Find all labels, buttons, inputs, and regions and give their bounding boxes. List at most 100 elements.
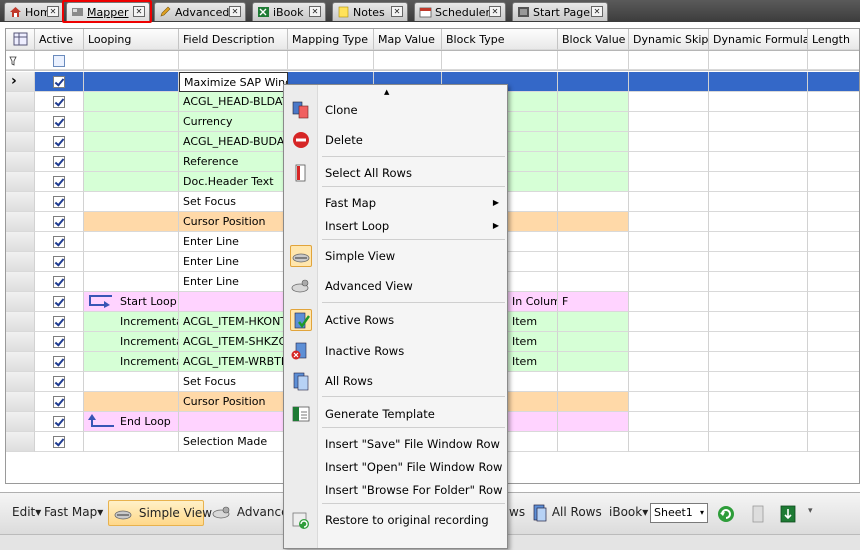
active-checkbox[interactable] xyxy=(53,96,65,108)
menu-item-insert-open-file-window-row[interactable]: Insert "Open" File Window Row xyxy=(318,456,507,478)
dynamic-skip-cell[interactable] xyxy=(629,132,709,152)
menu-item-select-all-rows[interactable]: Select All Rows xyxy=(318,162,507,184)
dynamic-skip-cell[interactable] xyxy=(629,292,709,312)
row-selector[interactable] xyxy=(6,312,35,332)
menu-item-generate-template[interactable]: Generate Template xyxy=(318,403,507,425)
active-checkbox[interactable] xyxy=(53,176,65,188)
dynamic-formula-cell[interactable] xyxy=(709,92,808,112)
column-header-mapping-type[interactable]: Mapping Type xyxy=(288,29,374,50)
field-description-cell[interactable]: ACGL_HEAD-BUDAT xyxy=(179,132,288,152)
row-selector[interactable] xyxy=(6,212,35,232)
row-selector[interactable] xyxy=(6,412,35,432)
block-value-cell[interactable] xyxy=(558,72,629,92)
column-header-dynamic-skip[interactable]: Dynamic Skip xyxy=(629,29,709,50)
menu-item-all-rows[interactable]: All Rows xyxy=(318,370,507,392)
active-cell[interactable] xyxy=(35,332,84,352)
menu-item-insert-loop[interactable]: Insert Loop ▶ xyxy=(318,215,507,237)
block-value-cell[interactable] xyxy=(558,152,629,172)
block-value-cell[interactable] xyxy=(558,112,629,132)
ibook-menu-button[interactable]: iBook▾ xyxy=(605,500,652,526)
block-value-cell[interactable] xyxy=(558,192,629,212)
filter-cell[interactable] xyxy=(442,51,558,70)
all-rows-button[interactable]: All Rows xyxy=(528,500,606,526)
filter-cell[interactable] xyxy=(179,51,288,70)
dynamic-formula-cell[interactable] xyxy=(709,252,808,272)
active-checkbox[interactable] xyxy=(53,316,65,328)
column-header-map-value[interactable]: Map Value xyxy=(374,29,442,50)
dynamic-skip-cell[interactable] xyxy=(629,252,709,272)
filter-cell[interactable] xyxy=(558,51,629,70)
dynamic-formula-cell[interactable] xyxy=(709,332,808,352)
block-value-cell[interactable] xyxy=(558,412,629,432)
block-value-cell[interactable] xyxy=(558,132,629,152)
active-checkbox[interactable] xyxy=(53,376,65,388)
sheet-select[interactable]: Sheet1 ▾ xyxy=(650,503,708,523)
row-selector[interactable] xyxy=(6,272,35,292)
dynamic-skip-cell[interactable] xyxy=(629,92,709,112)
length-cell[interactable] xyxy=(808,92,859,112)
dynamic-skip-cell[interactable] xyxy=(629,392,709,412)
field-description-cell[interactable]: Enter Line xyxy=(179,252,288,272)
tab-notes[interactable]: Notes ✕ xyxy=(332,2,408,21)
looping-cell[interactable]: Incremental xyxy=(84,352,179,372)
toolbar-overflow-icon[interactable]: ▾ xyxy=(808,506,813,516)
active-checkbox[interactable] xyxy=(53,256,65,268)
row-selector[interactable] xyxy=(6,432,35,452)
column-header-field-description[interactable]: Field Description xyxy=(179,29,288,50)
filter-cell[interactable] xyxy=(629,51,709,70)
active-cell[interactable] xyxy=(35,92,84,112)
dynamic-formula-cell[interactable] xyxy=(709,412,808,432)
row-selector[interactable] xyxy=(6,152,35,172)
length-cell[interactable] xyxy=(808,372,859,392)
dynamic-formula-cell[interactable] xyxy=(709,152,808,172)
looping-cell[interactable]: Incremental xyxy=(84,312,179,332)
field-description-cell[interactable]: Cursor Position xyxy=(179,212,288,232)
dynamic-formula-cell[interactable] xyxy=(709,312,808,332)
dynamic-skip-cell[interactable] xyxy=(629,212,709,232)
block-value-cell[interactable] xyxy=(558,432,629,452)
filter-cell[interactable] xyxy=(808,51,859,70)
filter-cell[interactable] xyxy=(374,51,442,70)
looping-cell[interactable]: End Loop xyxy=(84,412,179,432)
block-value-cell[interactable] xyxy=(558,92,629,112)
field-description-cell[interactable]: ACGL_ITEM-HKONT xyxy=(179,312,288,332)
column-header-block-type[interactable]: Block Type xyxy=(442,29,558,50)
length-cell[interactable] xyxy=(808,192,859,212)
row-selector[interactable] xyxy=(6,132,35,152)
field-description-cell[interactable]: Selection Made xyxy=(179,432,288,452)
looping-cell[interactable] xyxy=(84,152,179,172)
active-checkbox[interactable] xyxy=(53,436,65,448)
column-header-length[interactable]: Length xyxy=(808,29,859,50)
tab-start-page[interactable]: Start Page ✕ xyxy=(512,2,608,21)
active-checkbox[interactable] xyxy=(53,196,65,208)
dynamic-skip-cell[interactable] xyxy=(629,432,709,452)
row-selector[interactable] xyxy=(6,292,35,312)
active-checkbox[interactable] xyxy=(53,76,65,88)
column-chooser-button[interactable] xyxy=(6,29,35,50)
row-selector[interactable] xyxy=(6,112,35,132)
dynamic-formula-cell[interactable] xyxy=(709,352,808,372)
active-checkbox[interactable] xyxy=(53,296,65,308)
field-description-cell[interactable] xyxy=(179,412,288,432)
active-checkbox[interactable] xyxy=(53,416,65,428)
menu-item-clone[interactable]: Clone xyxy=(318,99,507,121)
length-cell[interactable] xyxy=(808,152,859,172)
length-cell[interactable] xyxy=(808,212,859,232)
active-cell[interactable] xyxy=(35,132,84,152)
fast-map-button[interactable]: Fast Map▾ xyxy=(40,500,107,526)
field-description-cell[interactable]: Enter Line xyxy=(179,272,288,292)
column-header-looping[interactable]: Looping xyxy=(84,29,179,50)
row-selector[interactable] xyxy=(6,92,35,112)
close-icon[interactable]: ✕ xyxy=(591,6,603,17)
dynamic-formula-cell[interactable] xyxy=(709,192,808,212)
close-icon[interactable]: ✕ xyxy=(309,6,321,17)
field-description-cell[interactable]: ACGL_HEAD-BLDAT xyxy=(179,92,288,112)
row-selector[interactable] xyxy=(6,392,35,412)
active-checkbox[interactable] xyxy=(53,156,65,168)
export-icon[interactable] xyxy=(778,503,798,525)
close-icon[interactable]: ✕ xyxy=(229,6,241,17)
dynamic-skip-cell[interactable] xyxy=(629,332,709,352)
block-value-cell[interactable] xyxy=(558,332,629,352)
block-value-cell[interactable] xyxy=(558,352,629,372)
looping-cell[interactable] xyxy=(84,272,179,292)
